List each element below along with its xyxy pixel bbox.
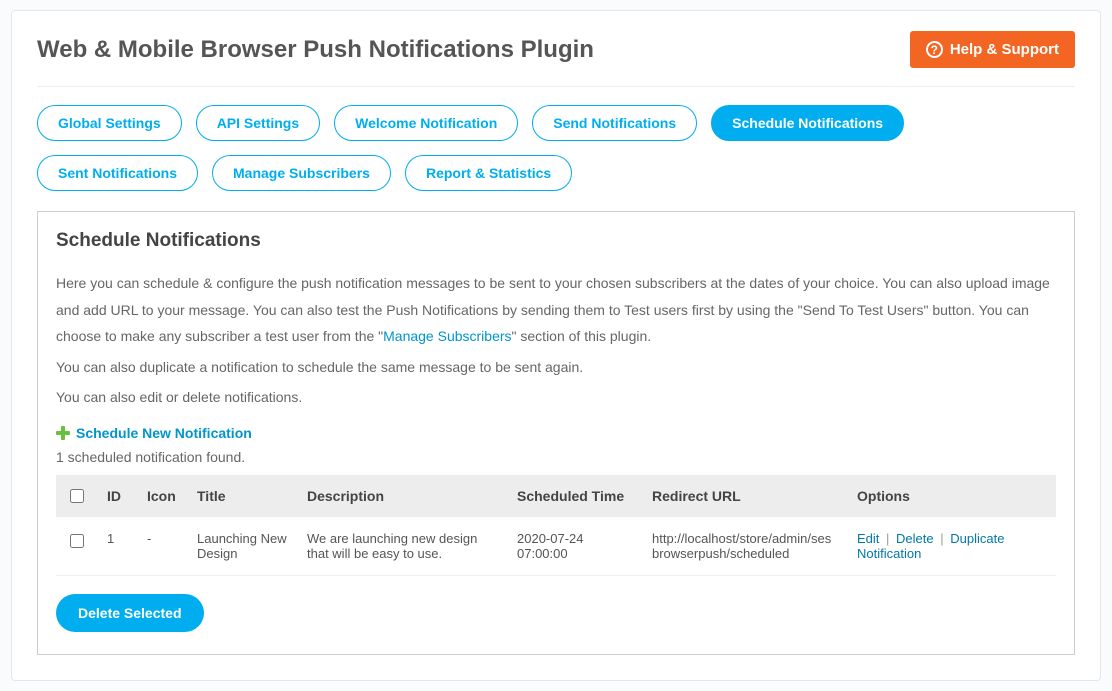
schedule-panel: Schedule Notifications Here you can sche… (37, 211, 1075, 655)
separator: | (937, 531, 946, 546)
table-row: 1 - Launching New Design We are launchin… (56, 517, 1056, 576)
tab-manage-subscribers[interactable]: Manage Subscribers (212, 155, 391, 191)
tab-schedule-notifications[interactable]: Schedule Notifications (711, 105, 904, 141)
row-checkbox[interactable] (70, 534, 84, 548)
tab-sent-notifications[interactable]: Sent Notifications (37, 155, 198, 191)
tab-global-settings[interactable]: Global Settings (37, 105, 182, 141)
add-new-row: Schedule New Notification (56, 425, 1056, 441)
header-redirect-url: Redirect URL (642, 475, 847, 517)
row-options: Edit | Delete | Duplicate Notification (847, 517, 1056, 576)
header-checkbox (56, 475, 97, 517)
row-checkbox-cell (56, 517, 97, 576)
tabs-nav: Global Settings API Settings Welcome Not… (37, 105, 1075, 191)
delete-selected-button[interactable]: Delete Selected (56, 594, 204, 632)
select-all-checkbox[interactable] (70, 489, 84, 503)
row-scheduled-time: 2020-07-24 07:00:00 (507, 517, 642, 576)
tab-welcome-notification[interactable]: Welcome Notification (334, 105, 518, 141)
schedule-new-notification-link[interactable]: Schedule New Notification (76, 425, 252, 441)
tab-report-statistics[interactable]: Report & Statistics (405, 155, 572, 191)
row-description: We are launching new design that will be… (297, 517, 507, 576)
page-title: Web & Mobile Browser Push Notifications … (37, 36, 594, 64)
header-icon: Icon (137, 475, 187, 517)
row-id: 1 (97, 517, 137, 576)
header-row: Web & Mobile Browser Push Notifications … (37, 31, 1075, 87)
section-heading: Schedule Notifications (56, 230, 1056, 252)
row-icon: - (137, 517, 187, 576)
separator: | (883, 531, 892, 546)
help-icon: ? (926, 41, 943, 58)
table-header-row: ID Icon Title Description Scheduled Time… (56, 475, 1056, 517)
edit-link[interactable]: Edit (857, 531, 879, 546)
header-title: Title (187, 475, 297, 517)
section-desc-1b: " section of this plugin. (512, 328, 652, 344)
header-id: ID (97, 475, 137, 517)
found-count-text: 1 scheduled notification found. (56, 449, 1056, 465)
tab-api-settings[interactable]: API Settings (196, 105, 320, 141)
header-options: Options (847, 475, 1056, 517)
help-support-label: Help & Support (950, 41, 1059, 58)
notifications-table: ID Icon Title Description Scheduled Time… (56, 475, 1056, 576)
section-description-2: You can also duplicate a notification to… (56, 354, 1056, 381)
header-scheduled-time: Scheduled Time (507, 475, 642, 517)
delete-link[interactable]: Delete (896, 531, 934, 546)
row-title: Launching New Design (187, 517, 297, 576)
plus-icon (56, 426, 70, 440)
section-description-1: Here you can schedule & configure the pu… (56, 270, 1056, 350)
header-description: Description (297, 475, 507, 517)
manage-subscribers-link[interactable]: Manage Subscribers (383, 328, 511, 344)
tab-send-notifications[interactable]: Send Notifications (532, 105, 697, 141)
row-redirect-url: http://localhost/store/admin/sesbrowserp… (642, 517, 847, 576)
plugin-panel: Web & Mobile Browser Push Notifications … (11, 10, 1101, 681)
help-support-button[interactable]: ? Help & Support (910, 31, 1075, 68)
section-description-3: You can also edit or delete notification… (56, 384, 1056, 411)
